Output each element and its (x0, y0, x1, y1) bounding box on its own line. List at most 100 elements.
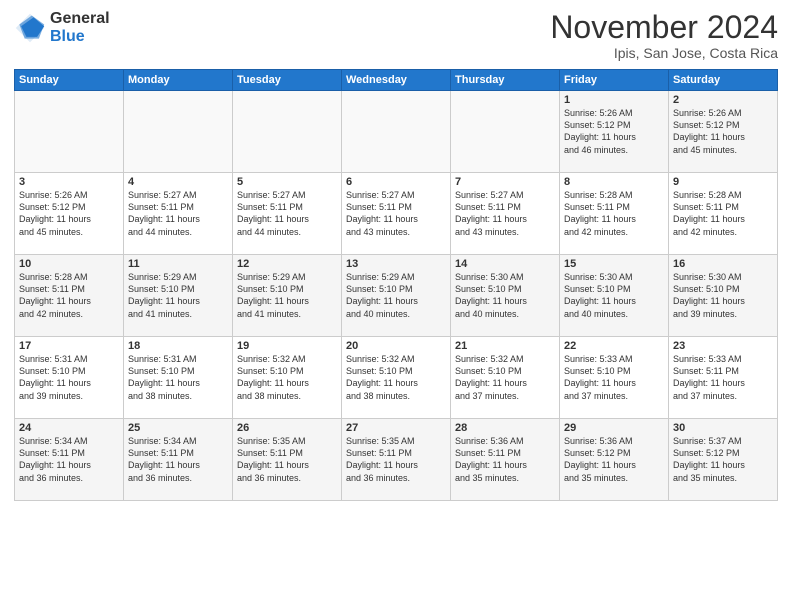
table-row: 21Sunrise: 5:32 AM Sunset: 5:10 PM Dayli… (451, 337, 560, 419)
day-number: 30 (673, 422, 773, 434)
calendar-week-row: 1Sunrise: 5:26 AM Sunset: 5:12 PM Daylig… (15, 91, 778, 173)
table-row: 8Sunrise: 5:28 AM Sunset: 5:11 PM Daylig… (560, 173, 669, 255)
day-number: 20 (346, 340, 446, 352)
table-row: 23Sunrise: 5:33 AM Sunset: 5:11 PM Dayli… (669, 337, 778, 419)
day-number: 10 (19, 258, 119, 270)
table-row: 7Sunrise: 5:27 AM Sunset: 5:11 PM Daylig… (451, 173, 560, 255)
table-row: 25Sunrise: 5:34 AM Sunset: 5:11 PM Dayli… (124, 419, 233, 501)
calendar-week-row: 17 Sunrise: 5:31 AM Sunset: 5:10 PM Dayli… (15, 337, 778, 419)
day-info: Sunrise: 5:37 AM Sunset: 5:12 PM Dayligh… (673, 435, 773, 484)
day-number: 26 (237, 422, 337, 434)
day-info: Sunrise: 5:35 AM Sunset: 5:11 PM Dayligh… (346, 435, 446, 484)
table-row: 19Sunrise: 5:32 AM Sunset: 5:10 PM Dayli… (233, 337, 342, 419)
col-wednesday: Wednesday (342, 70, 451, 91)
table-row: 5Sunrise: 5:27 AM Sunset: 5:11 PM Daylig… (233, 173, 342, 255)
day-info: Sunrise: 5:32 AM Sunset: 5:10 PM Dayligh… (346, 353, 446, 402)
day-info: Sunrise: 5:30 AM Sunset: 5:10 PM Dayligh… (673, 271, 773, 320)
day-number: 11 (128, 258, 228, 270)
calendar-week-row: 10Sunrise: 5:28 AM Sunset: 5:11 PM Dayli… (15, 255, 778, 337)
day-number: 16 (673, 258, 773, 270)
day-number: 9 (673, 176, 773, 188)
logo-blue-text: Blue (50, 28, 110, 46)
day-info: Sunrise: 5:27 AM Sunset: 5:11 PM Dayligh… (128, 189, 228, 238)
table-row: 15Sunrise: 5:30 AM Sunset: 5:10 PM Dayli… (560, 255, 669, 337)
day-info: Sunrise: 5:28 AM Sunset: 5:11 PM Dayligh… (564, 189, 664, 238)
col-friday: Friday (560, 70, 669, 91)
table-row (233, 91, 342, 173)
table-row: 9Sunrise: 5:28 AM Sunset: 5:11 PM Daylig… (669, 173, 778, 255)
day-info: Sunrise: 5:27 AM Sunset: 5:11 PM Dayligh… (346, 189, 446, 238)
month-title: November 2024 (550, 10, 778, 45)
day-info: Sunrise: 5:31 AM Sunset: 5:10 PM Dayligh… (128, 353, 228, 402)
day-info: Sunrise: 5:28 AM Sunset: 5:11 PM Dayligh… (673, 189, 773, 238)
calendar-week-row: 3Sunrise: 5:26 AM Sunset: 5:12 PM Daylig… (15, 173, 778, 255)
day-info: Sunrise: 5:26 AM Sunset: 5:12 PM Dayligh… (19, 189, 119, 238)
day-info: Sunrise: 5:36 AM Sunset: 5:11 PM Dayligh… (455, 435, 555, 484)
table-row: 13Sunrise: 5:29 AM Sunset: 5:10 PM Dayli… (342, 255, 451, 337)
day-number: 14 (455, 258, 555, 270)
table-row: 4Sunrise: 5:27 AM Sunset: 5:11 PM Daylig… (124, 173, 233, 255)
table-row (124, 91, 233, 173)
day-info: Sunrise: 5:33 AM Sunset: 5:11 PM Dayligh… (673, 353, 773, 402)
table-row: 20Sunrise: 5:32 AM Sunset: 5:10 PM Dayli… (342, 337, 451, 419)
table-row (15, 91, 124, 173)
table-row: 11Sunrise: 5:29 AM Sunset: 5:10 PM Dayli… (124, 255, 233, 337)
day-number: 21 (455, 340, 555, 352)
day-number: 19 (237, 340, 337, 352)
day-number: 4 (128, 176, 228, 188)
day-number: 3 (19, 176, 119, 188)
day-info: Sunrise: 5:27 AM Sunset: 5:11 PM Dayligh… (237, 189, 337, 238)
day-info: Sunrise: 5:32 AM Sunset: 5:10 PM Dayligh… (455, 353, 555, 402)
calendar-header-row: Sunday Monday Tuesday Wednesday Thursday… (15, 70, 778, 91)
logo-general-text: General (50, 10, 110, 28)
day-number: 2 (673, 94, 773, 106)
logo-text: General Blue (50, 10, 110, 45)
day-number: 1 (564, 94, 664, 106)
table-row: 30Sunrise: 5:37 AM Sunset: 5:12 PM Dayli… (669, 419, 778, 501)
table-row: 2Sunrise: 5:26 AM Sunset: 5:12 PM Daylig… (669, 91, 778, 173)
table-row: 16Sunrise: 5:30 AM Sunset: 5:10 PM Dayli… (669, 255, 778, 337)
day-info: Sunrise: 5:28 AM Sunset: 5:11 PM Dayligh… (19, 271, 119, 320)
day-number: 12 (237, 258, 337, 270)
day-info: Sunrise: 5:34 AM Sunset: 5:11 PM Dayligh… (19, 435, 119, 484)
page: General Blue November 2024 Ipis, San Jos… (0, 0, 792, 612)
day-number: 15 (564, 258, 664, 270)
day-info: Sunrise: 5:36 AM Sunset: 5:12 PM Dayligh… (564, 435, 664, 484)
table-row: 26Sunrise: 5:35 AM Sunset: 5:11 PM Dayli… (233, 419, 342, 501)
location-subtitle: Ipis, San Jose, Costa Rica (550, 45, 778, 61)
table-row: 3Sunrise: 5:26 AM Sunset: 5:12 PM Daylig… (15, 173, 124, 255)
day-number: 17 (19, 340, 119, 352)
day-info: Sunrise: 5:33 AM Sunset: 5:10 PM Dayligh… (564, 353, 664, 402)
table-row (342, 91, 451, 173)
logo: General Blue (14, 10, 110, 45)
day-number: 18 (128, 340, 228, 352)
table-row: 28Sunrise: 5:36 AM Sunset: 5:11 PM Dayli… (451, 419, 560, 501)
day-info: Sunrise: 5:29 AM Sunset: 5:10 PM Dayligh… (346, 271, 446, 320)
day-number: 5 (237, 176, 337, 188)
day-info: Sunrise: 5:26 AM Sunset: 5:12 PM Dayligh… (564, 107, 664, 156)
day-number: 23 (673, 340, 773, 352)
day-number: 24 (19, 422, 119, 434)
calendar-week-row: 24Sunrise: 5:34 AM Sunset: 5:11 PM Dayli… (15, 419, 778, 501)
day-info: Sunrise: 5:35 AM Sunset: 5:11 PM Dayligh… (237, 435, 337, 484)
day-info: Sunrise: 5:26 AM Sunset: 5:12 PM Dayligh… (673, 107, 773, 156)
day-number: 8 (564, 176, 664, 188)
col-saturday: Saturday (669, 70, 778, 91)
day-info: Sunrise: 5:27 AM Sunset: 5:11 PM Dayligh… (455, 189, 555, 238)
header: General Blue November 2024 Ipis, San Jos… (14, 10, 778, 61)
table-row: 12Sunrise: 5:29 AM Sunset: 5:10 PM Dayli… (233, 255, 342, 337)
table-row: 27Sunrise: 5:35 AM Sunset: 5:11 PM Dayli… (342, 419, 451, 501)
day-info: Sunrise: 5:30 AM Sunset: 5:10 PM Dayligh… (455, 271, 555, 320)
day-number: 6 (346, 176, 446, 188)
col-monday: Monday (124, 70, 233, 91)
day-info: Sunrise: 5:32 AM Sunset: 5:10 PM Dayligh… (237, 353, 337, 402)
table-row: 14Sunrise: 5:30 AM Sunset: 5:10 PM Dayli… (451, 255, 560, 337)
day-number: 25 (128, 422, 228, 434)
table-row: 22Sunrise: 5:33 AM Sunset: 5:10 PM Dayli… (560, 337, 669, 419)
table-row: 17Sunrise: 5:31 AM Sunset: 5:10 PM Dayli… (15, 337, 124, 419)
table-row: 10Sunrise: 5:28 AM Sunset: 5:11 PM Dayli… (15, 255, 124, 337)
day-info: Sunrise: 5:30 AM Sunset: 5:10 PM Dayligh… (564, 271, 664, 320)
day-number: 27 (346, 422, 446, 434)
col-sunday: Sunday (15, 70, 124, 91)
title-block: November 2024 Ipis, San Jose, Costa Rica (550, 10, 778, 61)
